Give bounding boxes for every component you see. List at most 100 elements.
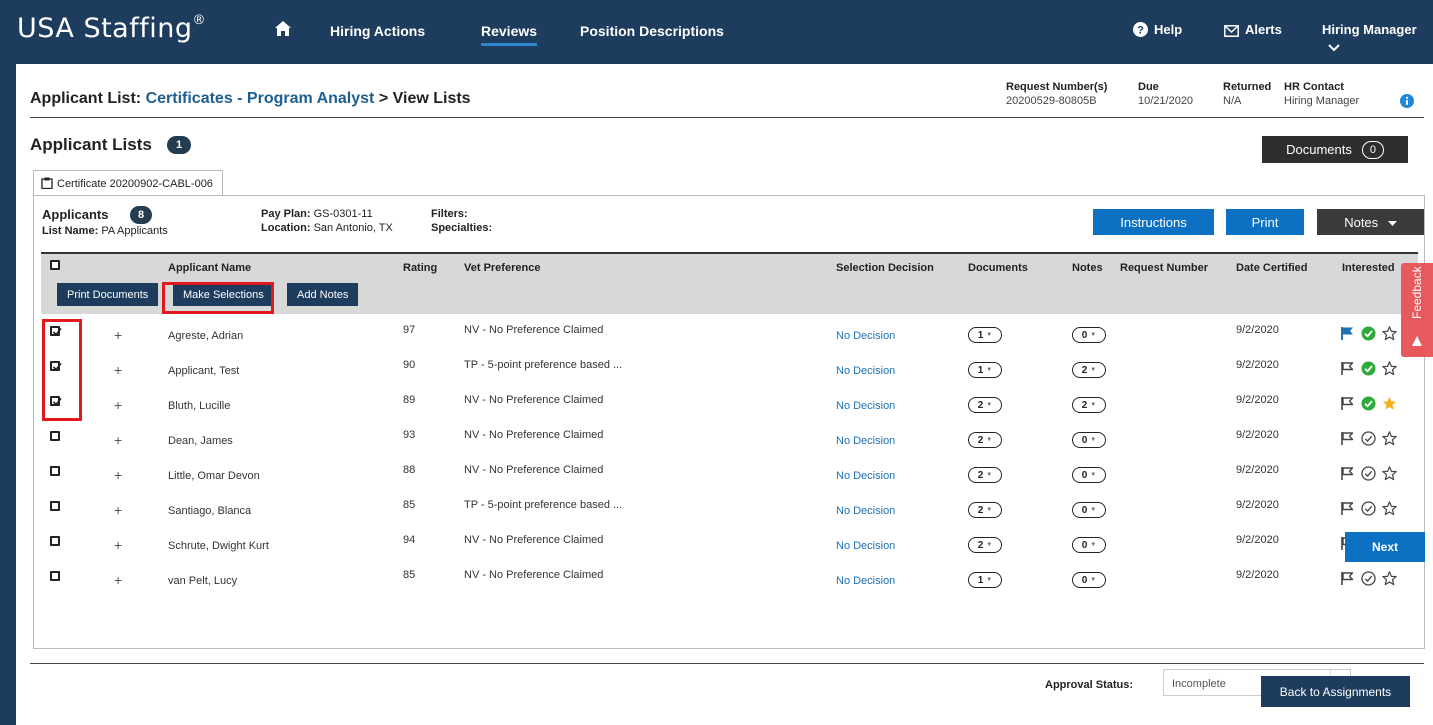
flag-icon[interactable] bbox=[1340, 326, 1355, 346]
documents-count-dropdown[interactable]: 1 ▼ bbox=[968, 362, 1002, 378]
expand-row-icon[interactable]: + bbox=[114, 537, 122, 553]
flag-icon[interactable] bbox=[1340, 431, 1355, 451]
star-icon[interactable] bbox=[1382, 571, 1397, 591]
make-selections-button[interactable]: Make Selections bbox=[173, 283, 274, 306]
expand-row-icon[interactable]: + bbox=[114, 397, 122, 413]
selection-decision-link[interactable]: No Decision bbox=[836, 470, 895, 482]
col-interested[interactable]: Interested bbox=[1342, 262, 1395, 274]
selection-decision-link[interactable]: No Decision bbox=[836, 540, 895, 552]
col-selection-decision[interactable]: Selection Decision bbox=[836, 262, 934, 274]
nav-hiring-actions[interactable]: Hiring Actions bbox=[330, 23, 425, 39]
star-icon[interactable] bbox=[1382, 431, 1397, 451]
check-circle-icon[interactable] bbox=[1361, 571, 1376, 591]
add-notes-button[interactable]: Add Notes bbox=[287, 283, 359, 306]
check-circle-icon[interactable] bbox=[1361, 326, 1376, 346]
documents-count-dropdown[interactable]: 2 ▼ bbox=[968, 467, 1002, 483]
check-circle-icon[interactable] bbox=[1361, 361, 1376, 381]
applicant-name[interactable]: Schrute, Dwight Kurt bbox=[168, 540, 269, 552]
print-documents-button[interactable]: Print Documents bbox=[57, 283, 159, 306]
check-circle-icon[interactable] bbox=[1361, 501, 1376, 521]
applicant-name[interactable]: Applicant, Test bbox=[168, 365, 239, 377]
expand-row-icon[interactable]: + bbox=[114, 327, 122, 343]
row-select-checkbox[interactable] bbox=[50, 466, 60, 476]
flag-icon[interactable] bbox=[1340, 571, 1355, 591]
row-select-checkbox[interactable] bbox=[50, 396, 62, 406]
applicant-name[interactable]: Santiago, Blanca bbox=[168, 505, 251, 517]
applicant-name[interactable]: Bluth, Lucille bbox=[168, 400, 230, 412]
flag-icon[interactable] bbox=[1340, 501, 1355, 521]
info-circle-icon[interactable] bbox=[1400, 94, 1414, 108]
documents-count-dropdown[interactable]: 1 ▼ bbox=[968, 572, 1002, 588]
row-select-checkbox[interactable] bbox=[50, 326, 62, 336]
row-select-checkbox[interactable] bbox=[50, 361, 62, 371]
col-rating[interactable]: Rating bbox=[403, 262, 437, 274]
flag-icon[interactable] bbox=[1340, 466, 1355, 486]
nav-reviews[interactable]: Reviews bbox=[481, 23, 538, 46]
col-applicant-name[interactable]: Applicant Name bbox=[168, 262, 251, 274]
star-icon[interactable] bbox=[1382, 361, 1397, 381]
star-icon[interactable] bbox=[1382, 396, 1397, 416]
selection-decision-link[interactable]: No Decision bbox=[836, 365, 895, 377]
documents-count-dropdown[interactable]: 2 ▼ bbox=[968, 432, 1002, 448]
notes-count-dropdown[interactable]: 0 ▼ bbox=[1072, 537, 1106, 553]
flag-icon[interactable] bbox=[1340, 361, 1355, 381]
next-button[interactable]: Next bbox=[1345, 532, 1425, 562]
applicant-name[interactable]: Agreste, Adrian bbox=[168, 330, 243, 342]
back-to-assignments-button[interactable]: Back to Assignments bbox=[1261, 676, 1410, 707]
documents-count-dropdown[interactable]: 2 ▼ bbox=[968, 397, 1002, 413]
help-link[interactable]: ? Help bbox=[1133, 22, 1182, 37]
notes-count-dropdown[interactable]: 0 ▼ bbox=[1072, 467, 1106, 483]
check-circle-icon[interactable] bbox=[1361, 466, 1376, 486]
expand-row-icon[interactable]: + bbox=[114, 467, 122, 483]
col-request-number[interactable]: Request Number bbox=[1120, 262, 1208, 274]
notes-count-dropdown[interactable]: 0 ▼ bbox=[1072, 432, 1106, 448]
col-notes[interactable]: Notes bbox=[1072, 262, 1103, 274]
applicant-name[interactable]: Dean, James bbox=[168, 435, 233, 447]
notes-count-dropdown[interactable]: 0 ▼ bbox=[1072, 502, 1106, 518]
brand-logo[interactable]: USA Staffing® bbox=[17, 13, 206, 44]
notes-count-dropdown[interactable]: 2 ▼ bbox=[1072, 362, 1106, 378]
applicant-name[interactable]: van Pelt, Lucy bbox=[168, 575, 237, 587]
notes-count-dropdown[interactable]: 0 ▼ bbox=[1072, 327, 1106, 343]
breadcrumb-certificates-link[interactable]: Certificates - Program Analyst bbox=[146, 90, 375, 107]
star-icon[interactable] bbox=[1382, 326, 1397, 346]
documents-count-dropdown[interactable]: 1 ▼ bbox=[968, 327, 1002, 343]
col-vet-preference[interactable]: Vet Preference bbox=[464, 262, 540, 274]
user-menu[interactable]: Hiring Manager bbox=[1322, 22, 1433, 52]
notes-menu-button[interactable]: Notes bbox=[1317, 209, 1424, 235]
feedback-tab[interactable]: Feedback bbox=[1401, 263, 1433, 357]
selection-decision-link[interactable]: No Decision bbox=[836, 505, 895, 517]
row-select-checkbox[interactable] bbox=[50, 571, 60, 581]
documents-count-dropdown[interactable]: 2 ▼ bbox=[968, 502, 1002, 518]
documents-count-dropdown[interactable]: 2 ▼ bbox=[968, 537, 1002, 553]
home-icon[interactable] bbox=[275, 21, 291, 36]
instructions-button[interactable]: Instructions bbox=[1093, 209, 1214, 235]
star-icon[interactable] bbox=[1382, 501, 1397, 521]
tab-certificate[interactable]: Certificate 20200902-CABL-006 bbox=[33, 170, 223, 196]
selection-decision-link[interactable]: No Decision bbox=[836, 400, 895, 412]
notes-count-dropdown[interactable]: 0 ▼ bbox=[1072, 572, 1106, 588]
col-date-certified[interactable]: Date Certified bbox=[1236, 262, 1308, 274]
check-circle-icon[interactable] bbox=[1361, 396, 1376, 416]
selection-decision-link[interactable]: No Decision bbox=[836, 330, 895, 342]
row-select-checkbox[interactable] bbox=[50, 431, 60, 441]
expand-row-icon[interactable]: + bbox=[114, 572, 122, 588]
expand-row-icon[interactable]: + bbox=[114, 502, 122, 518]
check-circle-icon[interactable] bbox=[1361, 431, 1376, 451]
print-button[interactable]: Print bbox=[1226, 209, 1304, 235]
selection-decision-link[interactable]: No Decision bbox=[836, 435, 895, 447]
applicant-name[interactable]: Little, Omar Devon bbox=[168, 470, 260, 482]
expand-row-icon[interactable]: + bbox=[114, 362, 122, 378]
notes-count-dropdown[interactable]: 2 ▼ bbox=[1072, 397, 1106, 413]
row-select-checkbox[interactable] bbox=[50, 501, 60, 511]
selection-decision-link[interactable]: No Decision bbox=[836, 575, 895, 587]
select-all-checkbox[interactable] bbox=[50, 260, 60, 270]
star-icon[interactable] bbox=[1382, 466, 1397, 486]
documents-button[interactable]: Documents 0 bbox=[1262, 136, 1408, 163]
nav-position-descriptions[interactable]: Position Descriptions bbox=[580, 23, 724, 39]
flag-icon[interactable] bbox=[1340, 396, 1355, 416]
alerts-link[interactable]: Alerts bbox=[1224, 22, 1282, 37]
expand-row-icon[interactable]: + bbox=[114, 432, 122, 448]
row-select-checkbox[interactable] bbox=[50, 536, 60, 546]
col-documents[interactable]: Documents bbox=[968, 262, 1028, 274]
